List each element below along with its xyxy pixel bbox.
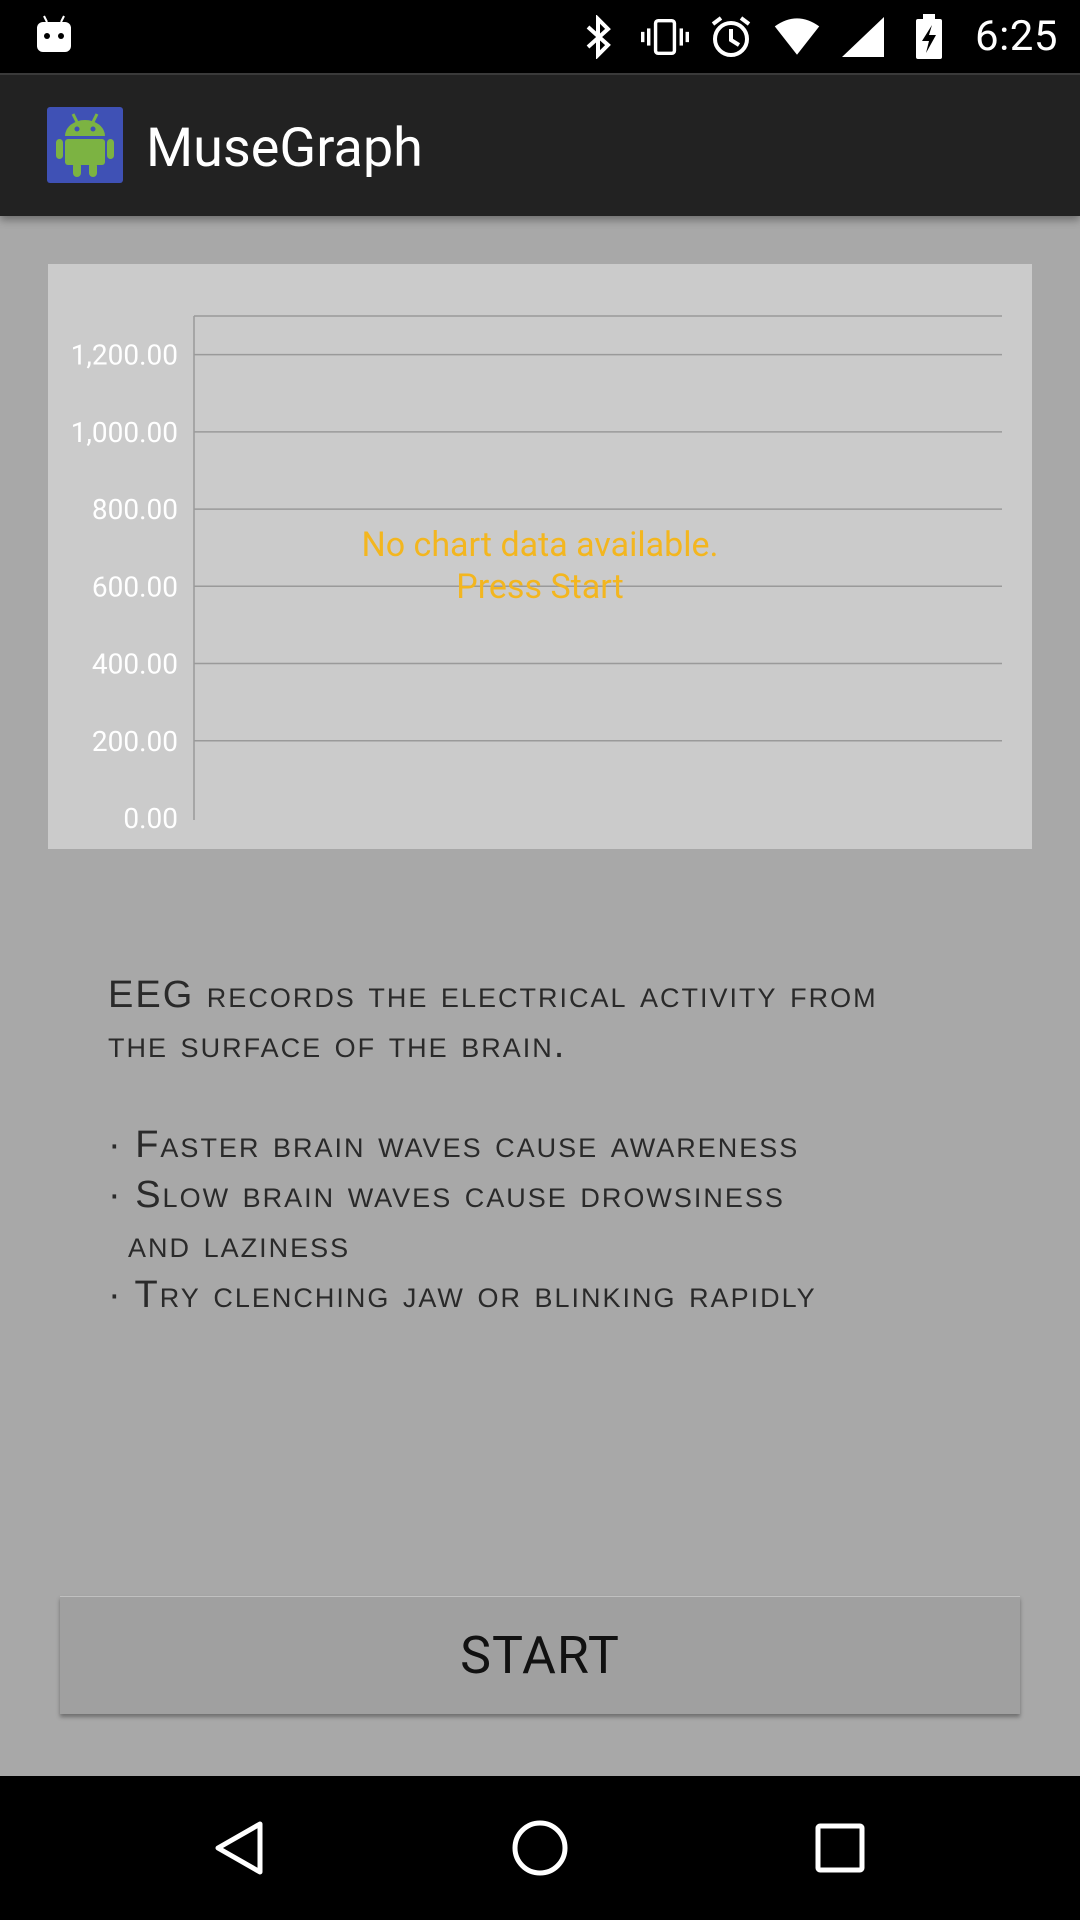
alarm-icon xyxy=(707,13,755,61)
chart-empty-message-line2: Press Start xyxy=(456,567,624,607)
vibrate-icon xyxy=(641,13,689,61)
cell-signal-icon xyxy=(839,13,887,61)
start-button[interactable]: START xyxy=(60,1596,1020,1714)
chart-empty-message-line1: No chart data available. xyxy=(361,525,719,565)
chart-area: 0.00 200.00 400.00 600.00 800.00 1,000.00 1,20… xyxy=(48,264,1032,849)
chart-empty-message: No chart data available. Press Start xyxy=(48,524,1032,608)
bluetooth-icon xyxy=(575,13,623,61)
home-icon[interactable] xyxy=(492,1800,588,1896)
android-notification-icon xyxy=(37,15,71,52)
y-tick-label: 200.00 xyxy=(92,725,178,758)
bullet-item-continuation: and laziness xyxy=(128,1224,351,1266)
status-time: 6:25 xyxy=(975,12,1058,61)
status-bar: 6:25 xyxy=(0,0,1080,73)
recents-icon[interactable] xyxy=(792,1800,888,1896)
navigation-bar xyxy=(0,1776,1080,1920)
y-tick-label: 1,000.00 xyxy=(71,416,178,449)
description-line: the surface of the brain. xyxy=(108,1024,567,1066)
app-bar: MuseGraph xyxy=(0,73,1080,216)
bullet-item: · Try clenching jaw or blinking rapidly xyxy=(108,1274,817,1316)
eeg-description: EEG records the electrical activity from… xyxy=(108,970,988,1320)
bullet-item: · Faster brain waves cause awareness xyxy=(108,1124,800,1166)
y-tick-label: 0.00 xyxy=(123,802,178,835)
y-tick-label: 400.00 xyxy=(92,648,178,681)
android-robot-icon xyxy=(47,107,123,183)
y-tick-label: 1,200.00 xyxy=(71,339,178,372)
wifi-icon xyxy=(773,13,821,61)
description-line: EEG records the electrical activity from xyxy=(108,974,878,1016)
bullet-item: · Slow brain waves cause drowsiness xyxy=(108,1174,785,1216)
back-icon[interactable] xyxy=(192,1800,288,1896)
app-title: MuseGraph xyxy=(146,117,423,180)
y-tick-label: 800.00 xyxy=(92,493,178,526)
battery-charging-icon xyxy=(905,13,953,61)
